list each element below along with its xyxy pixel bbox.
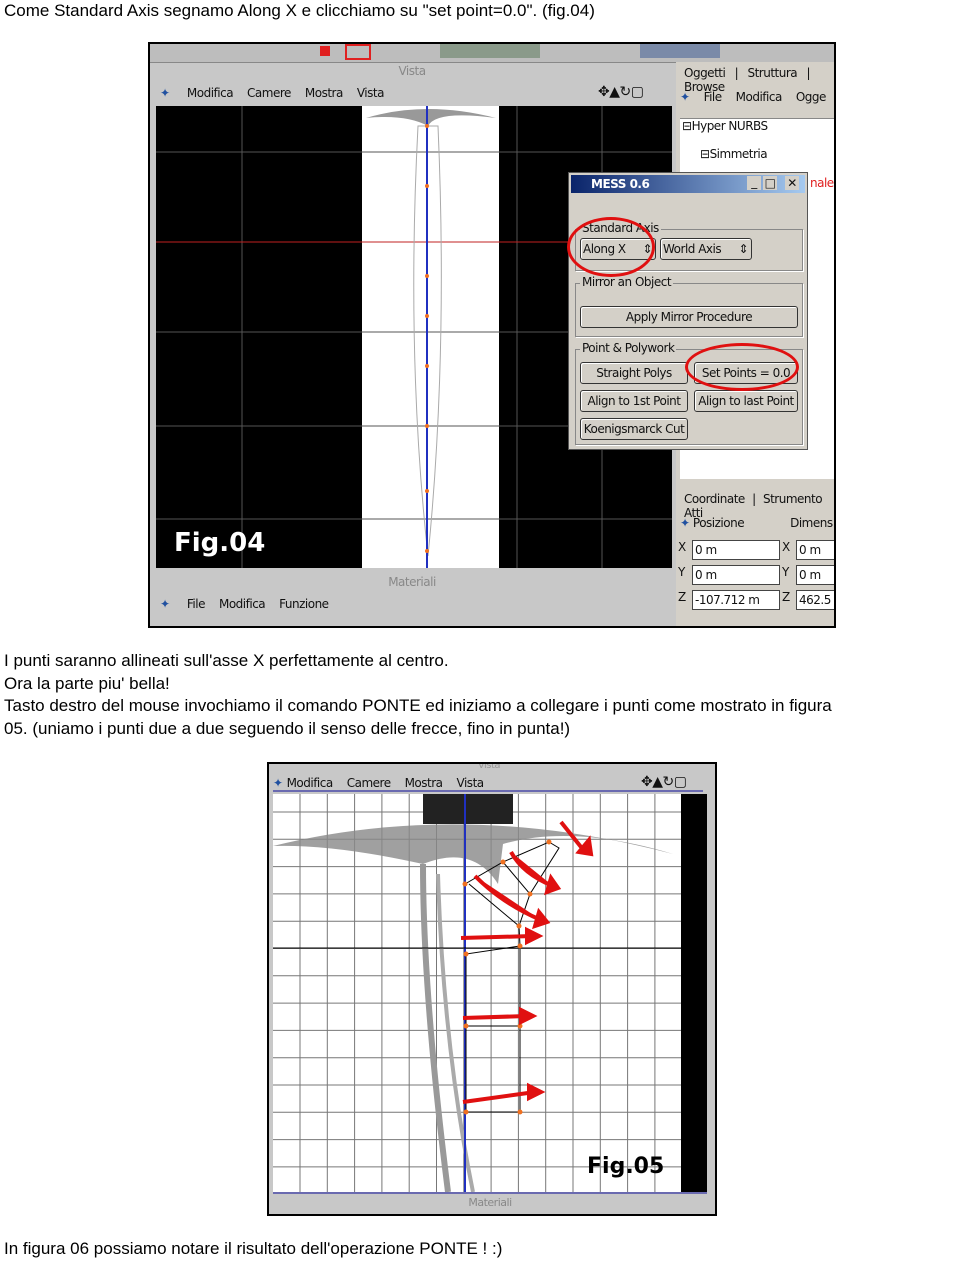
highlight-circle bbox=[685, 343, 799, 391]
pin-icon: ✦ bbox=[680, 90, 690, 104]
menu-camere[interactable]: Camere bbox=[247, 86, 291, 100]
figure-05: Vista ✦ Modifica Camere Mostra Vista ✥▲↻▢ Fi bbox=[267, 762, 717, 1216]
viewport-title: Vista bbox=[398, 64, 426, 78]
axis-x-label: X bbox=[782, 540, 790, 554]
objects-menu: ✦ File Modifica Ogge bbox=[680, 90, 834, 104]
dialog-titlebar: MESS 0.6 _ □ ✕ bbox=[571, 175, 805, 193]
highlight-circle bbox=[567, 217, 655, 277]
pin-icon: ✦ bbox=[160, 597, 170, 611]
intro-text: Come Standard Axis segnamo Along X e cli… bbox=[4, 1, 595, 20]
tree-item-simmetria[interactable]: ⊟Simmetria bbox=[700, 147, 768, 161]
menu-modifica[interactable]: Modifica bbox=[187, 86, 234, 100]
tool-icon bbox=[640, 44, 720, 58]
materials-menu: ✦ File Modifica Funzione bbox=[160, 597, 343, 611]
axis-z-label: Z bbox=[678, 590, 686, 604]
viewport-canvas[interactable] bbox=[273, 794, 707, 1192]
viewport-menu: ✦ Modifica Camere Mostra Vista bbox=[160, 86, 398, 100]
menu-funzione[interactable]: Funzione bbox=[279, 597, 329, 611]
pin-icon: ✦ bbox=[160, 86, 170, 100]
menu-modifica[interactable]: Modifica bbox=[219, 597, 266, 611]
materials-title: Materiali bbox=[468, 1196, 512, 1209]
mess-dialog: MESS 0.6 _ □ ✕ Standard Axis Along X ⇕ Wo… bbox=[567, 172, 808, 450]
view-controls-icon[interactable]: ✥▲↻▢ bbox=[641, 774, 687, 790]
menu-vista[interactable]: Vista bbox=[457, 776, 485, 790]
menu-mostra[interactable]: Mostra bbox=[405, 776, 443, 790]
minimize-button[interactable]: _ bbox=[747, 176, 761, 190]
menu-mostra[interactable]: Mostra bbox=[305, 86, 343, 100]
paragraph: In figura 06 possiamo notare il risultat… bbox=[4, 1239, 503, 1258]
maximize-button[interactable]: □ bbox=[763, 176, 777, 190]
menu-oggetti[interactable]: Ogge bbox=[796, 90, 827, 104]
tool-icon bbox=[440, 44, 540, 58]
paragraph: Tasto destro del mouse invochiamo il com… bbox=[4, 696, 832, 715]
menu-file[interactable]: File bbox=[187, 597, 206, 611]
position-x-field[interactable]: 0 m bbox=[692, 540, 780, 560]
pin-icon: ✦ bbox=[273, 776, 283, 790]
straight-polys-button[interactable]: Straight Polys bbox=[580, 362, 688, 384]
dialog-title: MESS 0.6 bbox=[591, 177, 650, 191]
group-label: Mirror an Object bbox=[580, 275, 674, 289]
axis-y-label: Y bbox=[782, 565, 789, 579]
tree-item-hyper-nurbs[interactable]: ⊟Hyper NURBS bbox=[682, 119, 768, 133]
paragraph: Ora la parte piu' bella! bbox=[4, 674, 170, 693]
position-z-field[interactable]: -107.712 m bbox=[692, 590, 780, 610]
tool-icon bbox=[345, 44, 371, 60]
figure-label: Fig.05 bbox=[587, 1154, 665, 1179]
materials-title: Materiali bbox=[388, 575, 436, 589]
axis-x-label: X bbox=[678, 540, 686, 554]
paragraph: I punti saranno allineati sull'asse X pe… bbox=[4, 651, 449, 670]
viewport-title: Vista bbox=[477, 762, 501, 771]
arrow bbox=[460, 934, 534, 940]
tool-icon bbox=[320, 46, 330, 56]
menu-camere[interactable]: Camere bbox=[347, 776, 391, 790]
tab-oggetti[interactable]: Oggetti bbox=[684, 66, 726, 80]
menu-vista[interactable]: Vista bbox=[357, 86, 385, 100]
partial-label: nale bbox=[810, 176, 834, 190]
viewport-menu: ✦ Modifica Camere Mostra Vista bbox=[273, 776, 703, 792]
menu-modifica[interactable]: Modifica bbox=[287, 776, 334, 790]
coords-headers: ✦ Posizione Dimens bbox=[680, 516, 833, 530]
align-last-button[interactable]: Align to last Point bbox=[694, 390, 798, 412]
toolbar bbox=[150, 44, 834, 63]
arrow bbox=[462, 1014, 528, 1020]
koenigsmarck-button[interactable]: Koenigsmarck Cut bbox=[580, 418, 688, 440]
paragraph: 05. (uniamo i punti due a due seguendo i… bbox=[4, 719, 571, 738]
align-first-button[interactable]: Align to 1st Point bbox=[580, 390, 688, 412]
position-y-field[interactable]: 0 m bbox=[692, 565, 780, 585]
axis-y-label: Y bbox=[678, 565, 685, 579]
figure-04: Vista ✦ Modifica Camere Mostra Vista ✥▲↻▢ F… bbox=[148, 42, 836, 628]
tab-coordinate[interactable]: Coordinate bbox=[684, 492, 745, 506]
menu-modifica[interactable]: Modifica bbox=[736, 90, 783, 104]
close-button[interactable]: ✕ bbox=[785, 176, 799, 190]
menu-file[interactable]: File bbox=[704, 90, 723, 104]
size-y-field[interactable]: 0 m bbox=[796, 565, 834, 585]
group-label: Point & Polywork bbox=[580, 341, 677, 355]
mirror-group: Mirror an Object Apply Mirror Procedure bbox=[575, 275, 803, 337]
divider bbox=[273, 1192, 707, 1194]
view-controls-icon[interactable]: ✥▲↻▢ bbox=[598, 84, 644, 100]
size-z-field[interactable]: 462.5 bbox=[796, 590, 834, 610]
tab-struttura[interactable]: Struttura bbox=[747, 66, 797, 80]
axis-z-label: Z bbox=[782, 590, 790, 604]
figure-label: Fig.04 bbox=[174, 528, 266, 558]
apply-mirror-button[interactable]: Apply Mirror Procedure bbox=[580, 306, 798, 328]
world-axis-select[interactable]: World Axis ⇕ bbox=[660, 238, 752, 260]
size-x-field[interactable]: 0 m bbox=[796, 540, 834, 560]
